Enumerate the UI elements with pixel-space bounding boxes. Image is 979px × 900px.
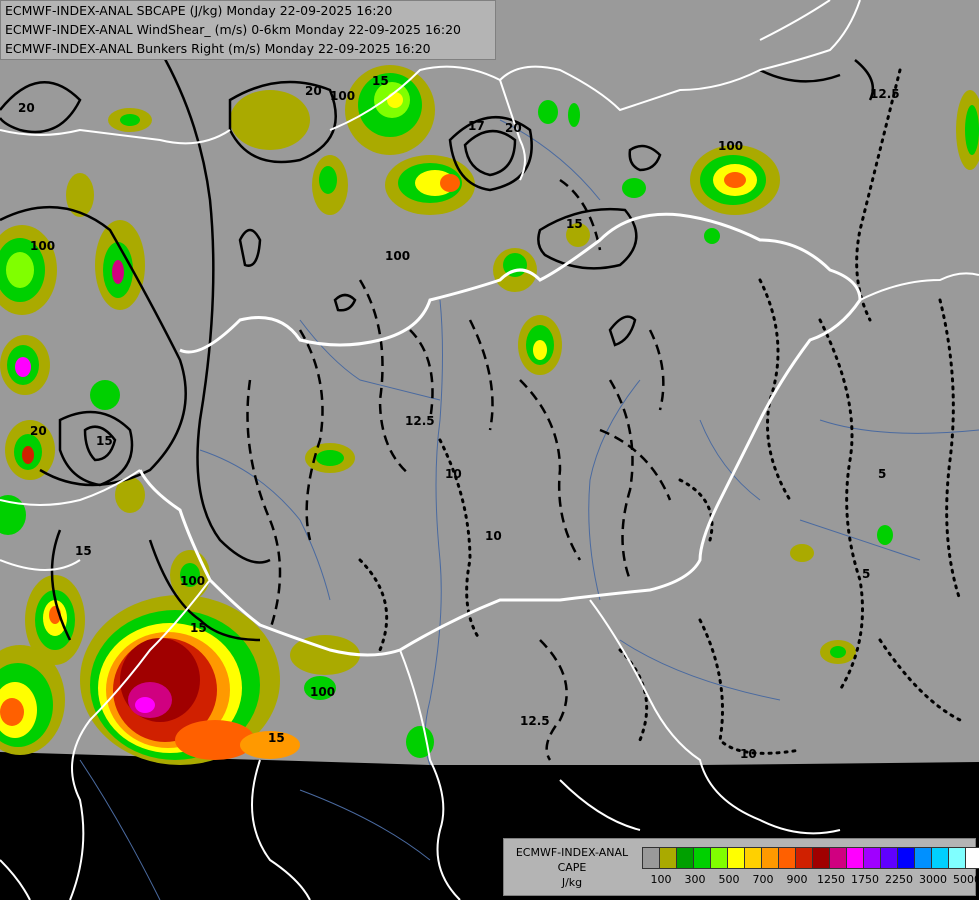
- legend-swatch: [779, 848, 796, 868]
- contour-label: 5: [862, 567, 870, 581]
- legend-swatch: [949, 848, 966, 868]
- legend-tick: 3000: [919, 873, 947, 886]
- contour-label: 20: [505, 121, 522, 135]
- legend-swatch: [796, 848, 813, 868]
- legend-swatch: [677, 848, 694, 868]
- legend-swatch: [966, 848, 979, 868]
- legend-field-label: CAPE: [557, 861, 587, 874]
- legend-swatch: [745, 848, 762, 868]
- contour-label: 100: [330, 89, 355, 103]
- contour-label: 20: [30, 424, 47, 438]
- weather-map: 20 20 100 15 17 20 12.5 100 15 100 100 1…: [0, 0, 979, 900]
- contour-label: 5: [878, 467, 886, 481]
- legend-tick: 1750: [851, 873, 879, 886]
- legend-swatch: [762, 848, 779, 868]
- legend-swatch: [932, 848, 949, 868]
- contour-label: 10: [445, 467, 462, 481]
- contour-label: 12.5: [405, 414, 435, 428]
- legend-tick: 2250: [885, 873, 913, 886]
- legend-swatch: [643, 848, 660, 868]
- contour-label: 15: [96, 434, 113, 448]
- legend-swatch: [728, 848, 745, 868]
- legend-swatch: [898, 848, 915, 868]
- map-title-box: ECMWF-INDEX-ANAL SBCAPE (J/kg) Monday 22…: [0, 0, 496, 60]
- contour-label: 100: [385, 249, 410, 263]
- legend-tick: 100: [650, 873, 672, 886]
- legend-swatch: [915, 848, 932, 868]
- legend-swatch: [881, 848, 898, 868]
- legend-tick: 300: [684, 873, 706, 886]
- contour-label: 10: [740, 747, 757, 761]
- contour-label: 15: [268, 731, 285, 745]
- cape-legend: ECMWF-INDEX-ANAL CAPE J/kg 100 300 500 700 9…: [503, 838, 979, 896]
- contour-label: 15: [190, 621, 207, 635]
- legend-swatch: [711, 848, 728, 868]
- contour-label: 100: [310, 685, 335, 699]
- contour-label: 10: [485, 529, 502, 543]
- contour-label: 100: [180, 574, 205, 588]
- legend-model-label: ECMWF-INDEX-ANAL: [515, 846, 629, 859]
- contour-label: 15: [566, 217, 583, 231]
- legend-tick: 900: [786, 873, 808, 886]
- contour-label: 12.5: [870, 87, 900, 101]
- contour-label: 20: [305, 84, 322, 98]
- title-windshear: ECMWF-INDEX-ANAL WindShear_ (m/s) 0-6km …: [5, 22, 461, 37]
- contour-label: 100: [30, 239, 55, 253]
- contour-label: 15: [372, 74, 389, 88]
- contour-label: 100: [718, 139, 743, 153]
- title-bunkers: ECMWF-INDEX-ANAL Bunkers Right (m/s) Mon…: [5, 41, 431, 56]
- legend-tick: 500: [718, 873, 740, 886]
- legend-swatch: [830, 848, 847, 868]
- contour-label: 20: [18, 101, 35, 115]
- legend-unit-label: J/kg: [561, 876, 583, 889]
- legend-tick-labels: 100 300 500 700 900 1250 1750 2250 3000 5000: [642, 873, 979, 889]
- contour-label: 15: [75, 544, 92, 558]
- legend-color-scale: [642, 847, 979, 869]
- contour-label: 12.5: [520, 714, 550, 728]
- legend-swatch: [813, 848, 830, 868]
- legend-swatch: [847, 848, 864, 868]
- legend-title: ECMWF-INDEX-ANAL CAPE J/kg: [504, 845, 640, 890]
- legend-tick: 700: [752, 873, 774, 886]
- contour-label: 17: [468, 119, 485, 133]
- legend-swatch: [694, 848, 711, 868]
- legend-swatch: [660, 848, 677, 868]
- legend-tick: 5000: [953, 873, 979, 886]
- legend-tick: 1250: [817, 873, 845, 886]
- title-sbcape: ECMWF-INDEX-ANAL SBCAPE (J/kg) Monday 22…: [5, 3, 393, 18]
- legend-swatch: [864, 848, 881, 868]
